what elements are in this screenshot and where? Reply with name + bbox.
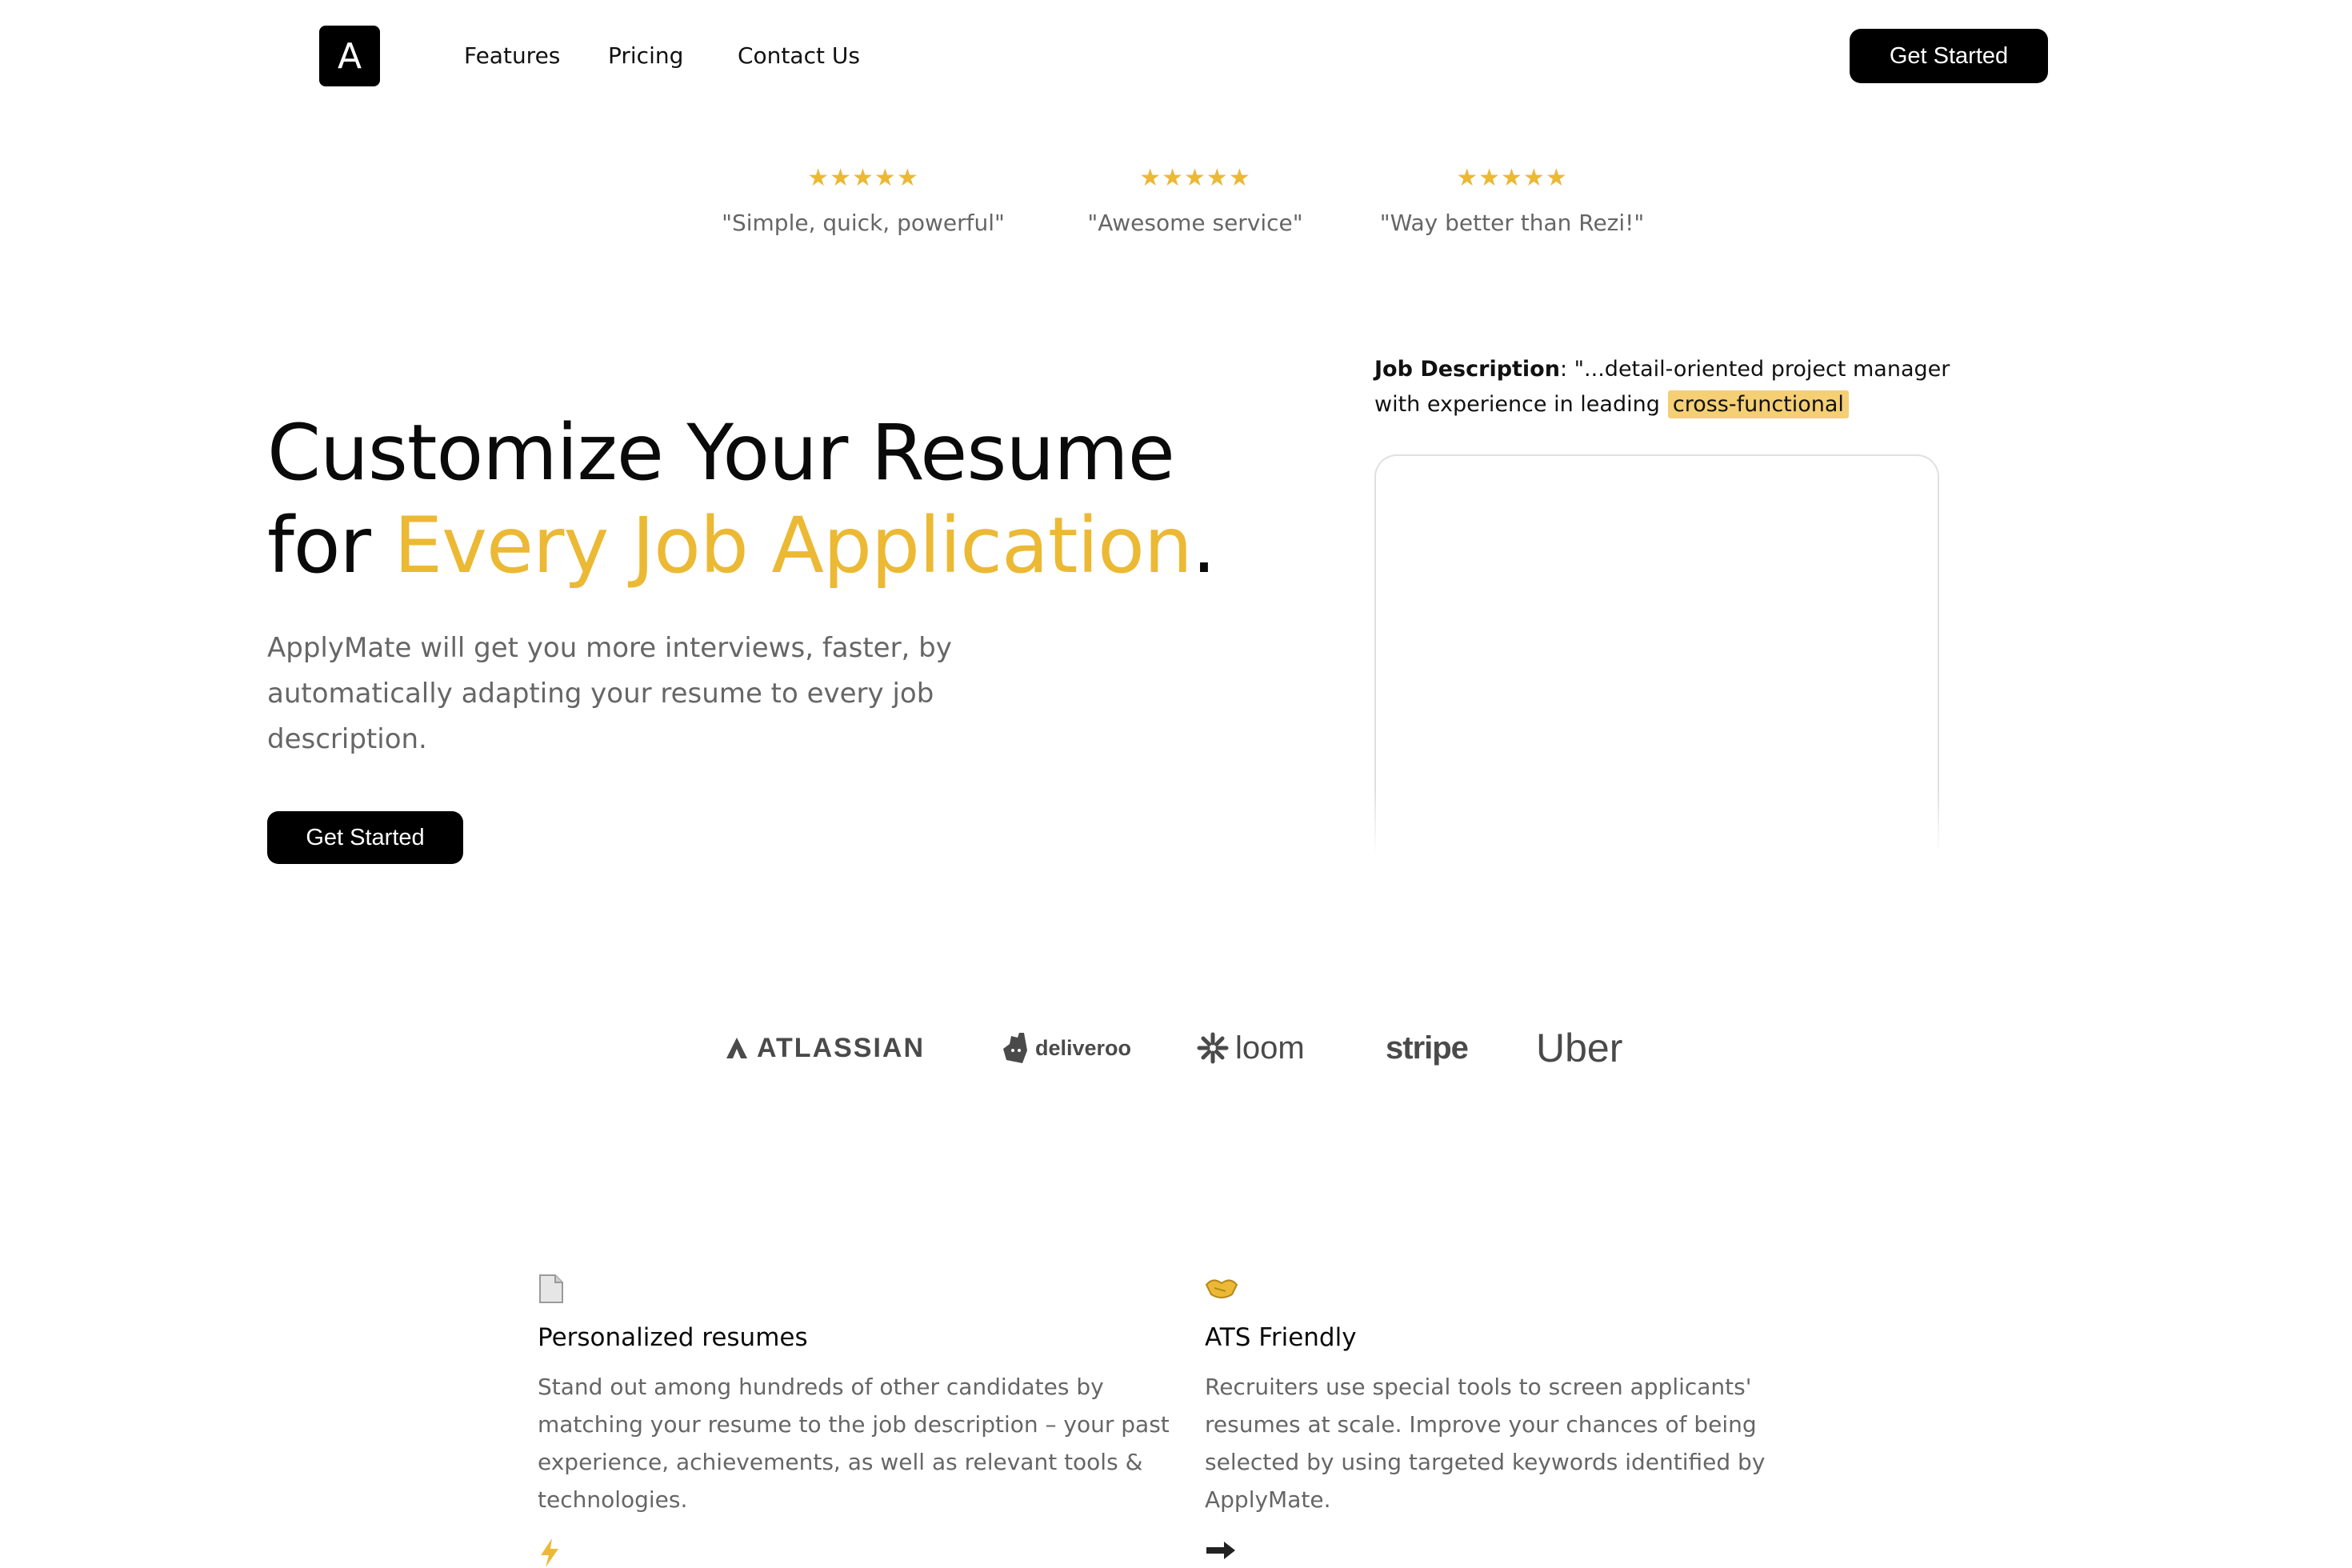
feature-personalized-resumes: Personalized resumes Stand out among hun… [538, 1274, 1178, 1518]
handshake-icon [1205, 1274, 1845, 1309]
brand-loom: loom [1197, 1024, 1305, 1072]
nav-get-started-button[interactable]: Get Started [1850, 29, 2048, 83]
brand-deliveroo-label: deliveroo [1035, 1035, 1132, 1060]
feature-title: ATS Friendly [1205, 1323, 1357, 1352]
logo[interactable]: A [319, 26, 380, 86]
hero-title-accent: Every Job Application [394, 501, 1193, 590]
brand-uber: Uber [1536, 1024, 1622, 1072]
brand-deliveroo: deliveroo [1002, 1024, 1131, 1072]
feature-3 [538, 1538, 1178, 1568]
hero-subtitle: ApplyMate will get you more interviews, … [267, 632, 952, 755]
nav-link-features[interactable]: Features [464, 42, 560, 69]
review-1: ★★★★★ "Simple, quick, powerful" [722, 164, 1005, 236]
hero-title-suffix: . [1191, 501, 1216, 590]
review-quote: "Way better than Rezi!" [1379, 210, 1645, 236]
atlassian-icon [726, 1038, 747, 1058]
loom-icon [1197, 1032, 1229, 1064]
brand-uber-label: Uber [1536, 1026, 1623, 1070]
nav-link-contact-us[interactable]: Contact Us [738, 42, 860, 69]
rating-stars: ★★★★★ [1139, 164, 1251, 192]
hero-title-prefix: for [267, 501, 394, 590]
nav-link-pricing[interactable]: Pricing [608, 42, 683, 69]
brand-atlassian: ATLASSIAN [725, 1024, 925, 1072]
brand-stripe-label: stripe [1386, 1030, 1469, 1066]
hero-title-line1: Customize Your Resume [267, 408, 1175, 498]
logo-letter: A [337, 35, 362, 77]
feature-ats-friendly: ATS Friendly Recruiters use special tool… [1205, 1274, 1845, 1518]
review-3: ★★★★★ "Way better than Rezi!" [1380, 164, 1645, 236]
rating-stars: ★★★★★ [1456, 164, 1568, 192]
brand-atlassian-label: ATLASSIAN [757, 1032, 926, 1063]
hero-title: Customize Your Resume for Every Job Appl… [267, 406, 1216, 592]
soon-arrow-icon [1205, 1538, 1845, 1568]
review-2: ★★★★★ "Awesome service" [1087, 164, 1303, 236]
resume-preview-card [1374, 454, 1940, 854]
review-quote: "Awesome service" [1087, 210, 1303, 236]
document-icon [538, 1274, 1178, 1309]
brand-loom-label: loom [1235, 1030, 1305, 1066]
rating-stars: ★★★★★ [807, 164, 919, 192]
keyword-highlight: cross-functional [1667, 390, 1849, 418]
job-description-label: Job Description [1374, 357, 1560, 382]
feature-description: Recruiters use special tools to screen a… [1205, 1374, 1766, 1513]
feature-title: Personalized resumes [538, 1323, 808, 1352]
brand-stripe: stripe [1386, 1024, 1469, 1072]
feature-description: Stand out among hundreds of other candid… [538, 1374, 1170, 1513]
feature-4 [1205, 1538, 1845, 1568]
hero-get-started-button[interactable]: Get Started [267, 811, 463, 864]
job-description: Job Description: "...detail-oriented pro… [1374, 352, 1950, 422]
review-quote: "Simple, quick, powerful" [722, 210, 1005, 236]
deliveroo-icon [1003, 1033, 1027, 1063]
lightning-icon [538, 1538, 1178, 1568]
